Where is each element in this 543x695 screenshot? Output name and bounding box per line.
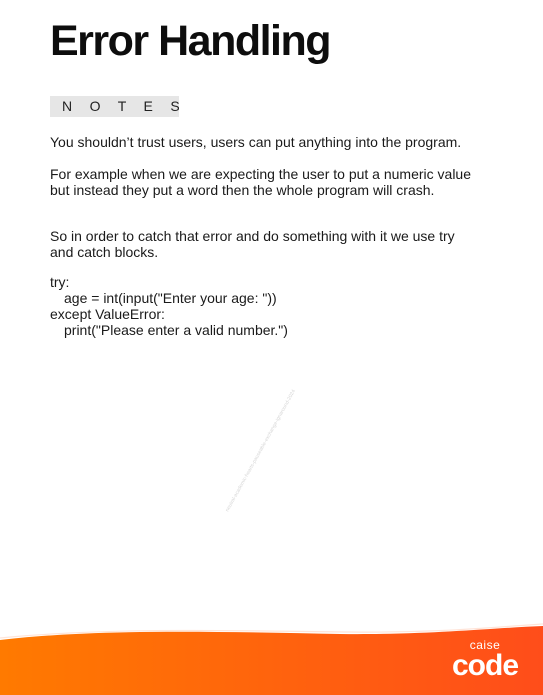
paragraph-example-crash: For example when we are expecting the us…: [50, 166, 472, 198]
paragraph-trust-users: You shouldn’t trust users, users can put…: [50, 134, 462, 150]
code-line-print: print("Please enter a valid number."): [64, 322, 288, 338]
footer-band: caise code: [0, 620, 543, 695]
notes-label: N O T E S: [50, 96, 179, 117]
brand-logo: caise code: [447, 639, 523, 685]
paragraph-try-catch: So in order to catch that error and do s…: [50, 228, 455, 260]
code-line-input: age = int(input("Enter your age: ")): [64, 290, 277, 306]
page-title: Error Handling: [50, 17, 332, 65]
code-line-try: try:: [50, 274, 70, 290]
code-line-except: except ValueError:: [50, 306, 165, 322]
brand-large-text: code: [451, 649, 519, 682]
code-example: try: age = int(input("Enter your age: ")…: [50, 274, 480, 338]
